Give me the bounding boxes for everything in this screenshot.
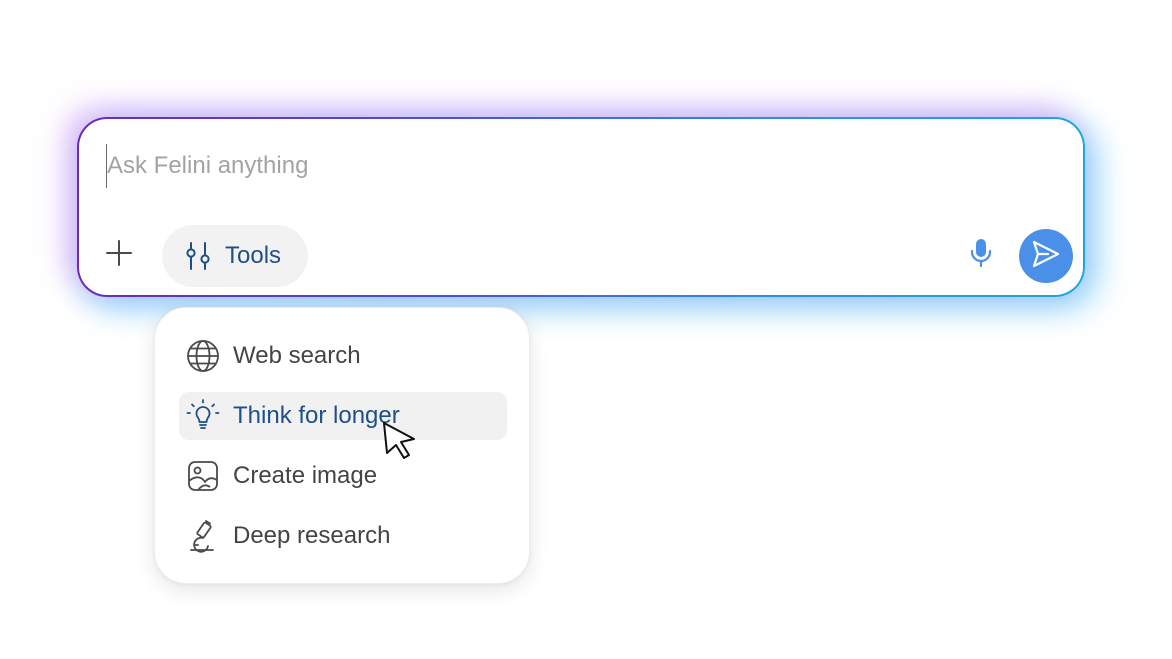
- menu-item-label: Deep research: [233, 522, 391, 549]
- menu-item-label: Web search: [233, 342, 361, 369]
- menu-item-think-for-longer[interactable]: Think for longer: [179, 392, 507, 440]
- menu-item-deep-research[interactable]: Deep research: [179, 512, 507, 560]
- menu-item-web-search[interactable]: Web search: [179, 332, 507, 380]
- tools-button[interactable]: Tools: [162, 225, 308, 287]
- prompt-input[interactable]: [107, 145, 987, 187]
- menu-item-create-image[interactable]: Create image: [179, 452, 507, 500]
- image-icon: [185, 458, 221, 494]
- sliders-icon: [182, 240, 214, 272]
- send-button[interactable]: [1019, 229, 1073, 283]
- voice-input-button[interactable]: [963, 237, 999, 273]
- stage: Tools: [0, 0, 1172, 659]
- chat-composer: Tools: [77, 117, 1085, 297]
- tools-menu: Web search Think for longer Create image…: [154, 307, 530, 584]
- menu-item-label: Create image: [233, 462, 378, 489]
- microphone-icon: [967, 237, 995, 274]
- chat-composer-body: Tools: [79, 119, 1083, 295]
- add-attachment-button[interactable]: [99, 235, 139, 275]
- globe-icon: [185, 338, 221, 374]
- plus-icon: [104, 238, 134, 273]
- lightbulb-icon: [185, 398, 221, 434]
- tools-button-label: Tools: [225, 242, 282, 269]
- text-caret: [106, 144, 107, 188]
- microscope-icon: [185, 518, 221, 554]
- send-icon: [1031, 239, 1061, 274]
- menu-item-label: Think for longer: [233, 402, 400, 429]
